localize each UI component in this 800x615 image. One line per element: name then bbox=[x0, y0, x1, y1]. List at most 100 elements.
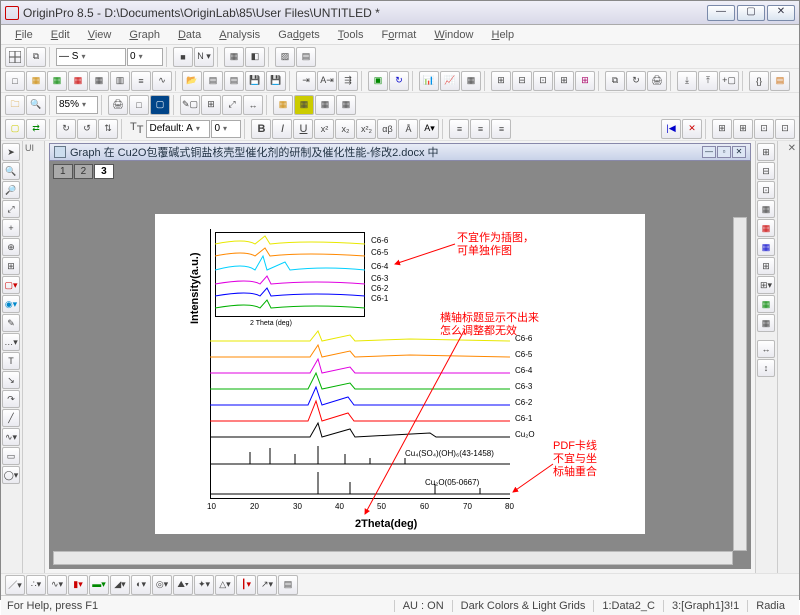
scale-icon[interactable]: ⤢ bbox=[222, 95, 242, 115]
line-plot-icon[interactable]: ／▾ bbox=[5, 575, 25, 595]
print2-icon[interactable]: 🖨 bbox=[108, 95, 128, 115]
zoom-out-icon[interactable]: 🔎 bbox=[2, 181, 20, 199]
add-layer-icon[interactable]: +▢ bbox=[719, 71, 739, 91]
rescale2-icon[interactable]: ⤢ bbox=[2, 200, 20, 218]
move-data-icon[interactable]: …▾ bbox=[2, 333, 20, 351]
layout4-icon[interactable]: ⊞ bbox=[554, 71, 574, 91]
r12-icon[interactable]: ↕ bbox=[757, 359, 775, 377]
menu-gadgets[interactable]: Gadgets bbox=[270, 28, 328, 42]
menu-file[interactable]: File bbox=[7, 28, 41, 42]
goto-start-icon[interactable]: |◀ bbox=[661, 119, 681, 139]
chart2-icon[interactable]: 📈 bbox=[440, 71, 460, 91]
template-plot-icon[interactable]: ▤ bbox=[278, 575, 298, 595]
graph-window-titlebar[interactable]: Graph 在 Cu2O包覆碱式铜盐核壳型催化剂的研制及催化性能-修改2.doc… bbox=[49, 143, 751, 161]
goto-end-icon[interactable]: ✕ bbox=[682, 119, 702, 139]
colormap-icon[interactable]: ▦ bbox=[315, 95, 335, 115]
draw-data-icon[interactable]: ✎ bbox=[2, 314, 20, 332]
align-right-icon[interactable]: ≡ bbox=[491, 119, 511, 139]
area-plot-icon[interactable]: ◢▾ bbox=[110, 575, 130, 595]
save-icon[interactable]: 💾 bbox=[245, 71, 265, 91]
marker-square-icon[interactable]: ■ bbox=[173, 47, 193, 67]
new-function-icon[interactable]: ∿ bbox=[152, 71, 172, 91]
chart3-icon[interactable]: ▦ bbox=[461, 71, 481, 91]
menu-graph[interactable]: Graph bbox=[121, 28, 168, 42]
explorer-icon[interactable]: 🗀 bbox=[5, 95, 25, 115]
layout2-icon[interactable]: ⊟ bbox=[512, 71, 532, 91]
marker-size-icon[interactable]: N ▾ bbox=[194, 47, 214, 67]
layout3-icon[interactable]: ⊡ bbox=[533, 71, 553, 91]
menu-data[interactable]: Data bbox=[170, 28, 209, 42]
import-wizard-icon[interactable]: ⇥ bbox=[296, 71, 316, 91]
screen-reader-icon[interactable]: + bbox=[2, 219, 20, 237]
theme-icon[interactable]: ▦ bbox=[273, 95, 293, 115]
r10-icon[interactable]: ▦ bbox=[757, 314, 775, 332]
open-excel-icon[interactable]: ▤ bbox=[224, 71, 244, 91]
graph-canvas[interactable]: Intensity(a.u.) 2 Theta (deg) bbox=[49, 179, 751, 569]
flip-icon[interactable]: ⇅ bbox=[98, 119, 118, 139]
rect-tool-icon[interactable]: ▭ bbox=[2, 447, 20, 465]
pointer-icon[interactable]: ➤ bbox=[2, 143, 20, 161]
graph-max-button[interactable]: ▫ bbox=[717, 146, 731, 158]
new-notes-icon[interactable]: ≡ bbox=[131, 71, 151, 91]
new-project-icon[interactable]: □ bbox=[5, 71, 25, 91]
italic-icon[interactable]: I bbox=[272, 119, 292, 139]
ternary-icon[interactable]: △▾ bbox=[215, 575, 235, 595]
polar-icon[interactable]: ✦▾ bbox=[194, 575, 214, 595]
layer-tab-2[interactable]: 2 bbox=[74, 164, 94, 179]
r6-icon[interactable]: ▦ bbox=[757, 238, 775, 256]
extract-icon[interactable]: ⤓ bbox=[677, 71, 697, 91]
vector-icon[interactable]: ↗▾ bbox=[257, 575, 277, 595]
maximize-button[interactable]: ▢ bbox=[737, 5, 765, 21]
graph-min-button[interactable]: — bbox=[702, 146, 716, 158]
align-center-icon[interactable]: ≡ bbox=[470, 119, 490, 139]
region-icon[interactable]: ◉▾ bbox=[2, 295, 20, 313]
menu-window[interactable]: Window bbox=[426, 28, 481, 42]
theme2-icon[interactable]: ▦ bbox=[294, 95, 314, 115]
r8-icon[interactable]: ⊞▾ bbox=[757, 276, 775, 294]
subscript-icon[interactable]: x₂ bbox=[335, 119, 355, 139]
data-selector-icon[interactable]: ⊞ bbox=[2, 257, 20, 275]
circle-tool-icon[interactable]: ◯▾ bbox=[2, 466, 20, 484]
line-tool-icon[interactable]: ╱ bbox=[2, 409, 20, 427]
supersub-icon[interactable]: x²₂ bbox=[356, 119, 376, 139]
blank-icon[interactable]: □ bbox=[129, 95, 149, 115]
r4-icon[interactable]: ▦ bbox=[757, 200, 775, 218]
greek-icon[interactable]: αβ bbox=[377, 119, 397, 139]
r2-icon[interactable]: ⊟ bbox=[757, 162, 775, 180]
curved-arrow-icon[interactable]: ↷ bbox=[2, 390, 20, 408]
batch-icon[interactable]: ▣ bbox=[368, 71, 388, 91]
polyline-icon[interactable]: ∿▾ bbox=[2, 428, 20, 446]
font-family-select[interactable]: Default: A bbox=[146, 120, 210, 138]
font-inc-icon[interactable]: Å bbox=[398, 119, 418, 139]
column-plot-icon[interactable]: ▮▾ bbox=[68, 575, 88, 595]
graph-hscroll[interactable] bbox=[53, 551, 733, 565]
zoom-in-icon[interactable]: 🔍 bbox=[2, 162, 20, 180]
stock-icon[interactable]: ┃▾ bbox=[236, 575, 256, 595]
r11-icon[interactable]: ↔ bbox=[757, 340, 775, 358]
merge-icon[interactable]: ⊞ bbox=[575, 71, 595, 91]
screen-icon[interactable]: ▢ bbox=[150, 95, 170, 115]
extract2-icon[interactable]: ⤒ bbox=[698, 71, 718, 91]
hatch-icon[interactable]: ▨ bbox=[275, 47, 295, 67]
zoom-select[interactable]: 85% bbox=[56, 96, 98, 114]
r9-icon[interactable]: ▦ bbox=[757, 295, 775, 313]
r1-icon[interactable]: ⊞ bbox=[757, 143, 775, 161]
menu-analysis[interactable]: Analysis bbox=[211, 28, 268, 42]
new-graph-icon[interactable]: ▦ bbox=[68, 71, 88, 91]
open-template-icon[interactable]: ▤ bbox=[203, 71, 223, 91]
new-worksheet-icon[interactable]: ▦ bbox=[26, 71, 46, 91]
rescale-icon[interactable]: ↔ bbox=[243, 95, 263, 115]
new-excel-icon[interactable]: ▦ bbox=[47, 71, 67, 91]
refresh-icon[interactable]: ↻ bbox=[626, 71, 646, 91]
r7-icon[interactable]: ⊞ bbox=[757, 257, 775, 275]
duplicate-icon[interactable]: ⧉ bbox=[605, 71, 625, 91]
code-icon[interactable]: {} bbox=[749, 71, 769, 91]
new-matrix-icon[interactable]: ▦ bbox=[89, 71, 109, 91]
menu-view[interactable]: View bbox=[80, 28, 120, 42]
layout1-icon[interactable]: ⊞ bbox=[491, 71, 511, 91]
layer-icon[interactable]: ⊞ bbox=[201, 95, 221, 115]
menu-format[interactable]: Format bbox=[373, 28, 424, 42]
contour-icon[interactable]: ◎▾ bbox=[152, 575, 172, 595]
menu-help[interactable]: Help bbox=[483, 28, 522, 42]
z1-icon[interactable]: ⊞ bbox=[712, 119, 732, 139]
